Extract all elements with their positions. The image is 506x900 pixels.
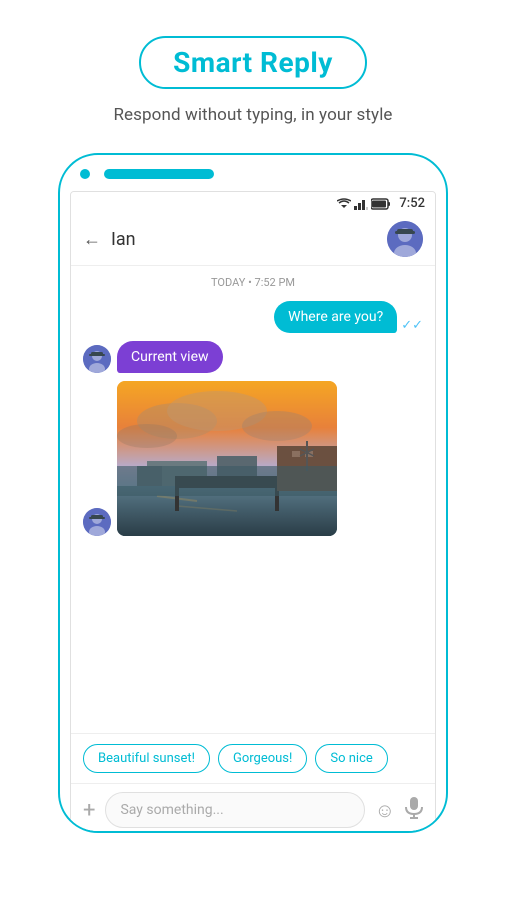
received-message: Current view	[117, 341, 223, 373]
chat-messages: io TODAY • 7:52 PM Where are you? ✓✓	[71, 266, 435, 733]
smart-reply-title: Smart Reply	[173, 46, 333, 79]
image-message	[83, 381, 423, 536]
message-check: ✓✓	[401, 318, 423, 333]
phone-bar	[104, 169, 214, 179]
table-row: Where are you? ✓✓	[83, 301, 423, 333]
avatar-small-image	[83, 345, 111, 373]
add-button[interactable]: +	[83, 798, 95, 823]
mic-button[interactable]	[405, 797, 423, 824]
phone-frame: 7:52 ← Ian io TODAY • 7:52 PM	[58, 153, 448, 833]
double-check-icon: ✓✓	[401, 318, 423, 333]
avatar-image	[387, 221, 423, 257]
phone-screen: 7:52 ← Ian io TODAY • 7:52 PM	[70, 191, 436, 833]
chat-header: ← Ian	[71, 213, 435, 266]
back-button[interactable]: ←	[83, 229, 101, 250]
small-avatar-2	[83, 508, 111, 536]
sent-message-text: Where are you?	[288, 309, 383, 325]
subtitle: Respond without typing, in your style	[113, 105, 392, 125]
timestamp: TODAY • 7:52 PM	[83, 276, 423, 289]
phone-top-indicators	[60, 155, 446, 179]
received-message-text: Current view	[131, 349, 209, 365]
table-row: Current view	[83, 341, 423, 373]
signal-icon	[354, 198, 368, 210]
status-time: 7:52	[399, 196, 425, 211]
phone-side-button	[446, 275, 448, 325]
reply-chip-1[interactable]: Beautiful sunset!	[83, 744, 210, 773]
message-input[interactable]: Say something...	[105, 792, 364, 828]
mic-icon	[405, 797, 423, 819]
sent-message: Where are you?	[274, 301, 397, 333]
wifi-icon	[337, 198, 351, 210]
input-bar: + Say something... ☺	[71, 783, 435, 833]
smart-reply-chips: Beautiful sunset! Gorgeous! So nice	[71, 733, 435, 783]
photo-message	[117, 381, 337, 536]
status-bar: 7:52	[71, 192, 435, 213]
small-avatar	[83, 345, 111, 373]
sunset-image	[117, 381, 337, 536]
contact-name: Ian	[111, 229, 377, 250]
contact-avatar	[387, 221, 423, 257]
input-placeholder: Say something...	[120, 802, 223, 818]
app-header: Smart Reply Respond without typing, in y…	[113, 36, 392, 125]
status-icons	[337, 198, 391, 210]
reply-chip-2[interactable]: Gorgeous!	[218, 744, 307, 773]
smart-reply-badge: Smart Reply	[139, 36, 367, 89]
phone-dot	[80, 169, 90, 179]
avatar-small-image-2	[83, 508, 111, 536]
battery-icon	[371, 198, 391, 210]
emoji-button[interactable]: ☺	[375, 798, 395, 823]
reply-chip-3[interactable]: So nice	[315, 744, 387, 773]
